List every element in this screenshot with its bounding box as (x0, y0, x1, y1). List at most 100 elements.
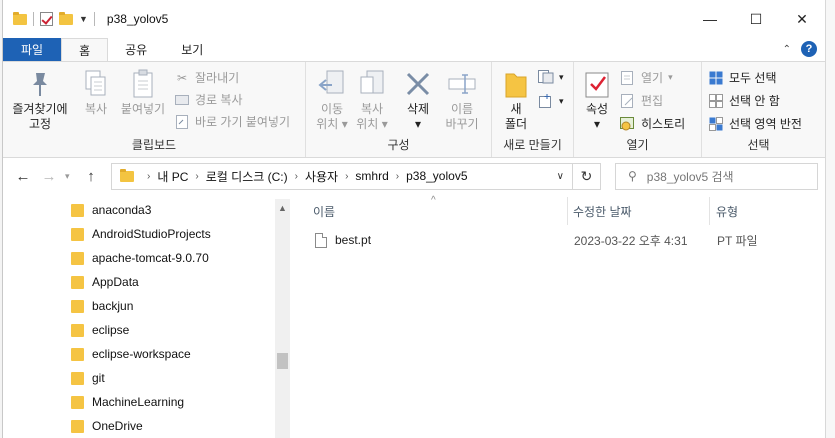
select-all-button[interactable]: 모두 선택 (708, 69, 777, 86)
folder-icon (71, 323, 84, 337)
tree-item-onedrive[interactable]: OneDrive (71, 415, 143, 437)
copy-icon (81, 68, 111, 100)
paste-shortcut-label: 바로 가기 붙여넣기 (195, 115, 290, 129)
tree-item-anaconda3[interactable]: anaconda3 (71, 199, 151, 221)
tree-item-apache-tomcat[interactable]: apache-tomcat-9.0.70 (71, 247, 209, 269)
column-header-name[interactable]: 이름 (313, 199, 335, 223)
column-header-type[interactable]: 유형 (716, 199, 738, 223)
pin-label-line1: 즐겨찾기에 (12, 102, 68, 116)
address-history-dropdown-icon[interactable]: ∨ (557, 171, 564, 182)
file-type: PT 파일 (717, 233, 758, 248)
folder-icon (71, 251, 84, 265)
breadcrumb-chevron-icon[interactable]: › (195, 171, 198, 182)
folder-icon (71, 299, 84, 313)
close-button[interactable]: ✕ (779, 0, 825, 38)
up-arrow-icon[interactable]: ↑ (81, 168, 101, 185)
open-button[interactable]: 열기 ▾ (620, 69, 673, 86)
properties-button[interactable]: 속성 ▾ (580, 68, 614, 132)
tree-item-git[interactable]: git (71, 367, 105, 389)
tab-view[interactable]: 보기 (164, 38, 220, 61)
invert-selection-button[interactable]: 선택 영역 반전 (708, 115, 802, 132)
file-row[interactable]: best.pt 2023-03-22 오후 4:31 PT 파일 (305, 229, 815, 251)
help-icon[interactable]: ? (801, 41, 817, 57)
column-divider[interactable] (567, 197, 568, 225)
refresh-icon[interactable]: ↻ (573, 162, 601, 190)
new-folder-label-line1: 새 (510, 102, 522, 116)
tab-home[interactable]: 홈 (61, 38, 109, 61)
file-list: ^ 이름 수정한 날짜 유형 best.pt 2023-03-22 오후 4:3… (305, 193, 825, 438)
address-bar[interactable]: › 내 PC › 로컬 디스크 (C:) › 사용자 › smhrd › p38… (111, 162, 573, 190)
easy-access-button[interactable]: ▾ (538, 94, 564, 108)
properties-label: 속성 (585, 102, 609, 116)
paste-shortcut-button[interactable]: 바로 가기 붙여넣기 (174, 113, 290, 130)
search-box[interactable]: ⚲ p38_yolov5 검색 (615, 162, 818, 190)
minimize-button[interactable]: — (687, 0, 733, 38)
clipboard-group-label: 클립보드 (131, 138, 177, 152)
window-controls: — ☐ ✕ (687, 0, 825, 38)
collapse-ribbon-icon[interactable]: ⌃ (783, 44, 791, 55)
folder-icon (71, 419, 84, 433)
tree-item-appdata[interactable]: AppData (71, 271, 139, 293)
column-header-modified[interactable]: 수정한 날짜 (573, 199, 632, 223)
breadcrumb-smhrd[interactable]: smhrd (355, 169, 388, 183)
divider (33, 12, 34, 26)
breadcrumb-chevron-icon[interactable]: › (396, 171, 399, 182)
background-window-strip-right (825, 0, 835, 438)
tree-item-backjun[interactable]: backjun (71, 295, 133, 317)
navigation-scrollbar[interactable]: ▲ (275, 199, 290, 438)
copy-button[interactable]: 복사 (79, 68, 113, 117)
new-item-icon (538, 70, 554, 84)
move-to-icon (317, 68, 347, 100)
tree-item-label: apache-tomcat-9.0.70 (92, 251, 209, 265)
tree-item-machinelearning[interactable]: MachineLearning (71, 391, 184, 413)
tree-item-eclipse-workspace[interactable]: eclipse-workspace (71, 343, 191, 365)
breadcrumb-chevron-icon[interactable]: › (345, 171, 348, 182)
title-bar: ▼ p38_yolov5 — ☐ ✕ (3, 0, 825, 38)
history-button[interactable]: 히스토리 (620, 115, 685, 132)
open-group: 속성 ▾ 열기 ▾ 편집 히스토리 열기 (574, 62, 702, 157)
tree-item-eclipse[interactable]: eclipse (71, 319, 129, 341)
tab-share[interactable]: 공유 (108, 38, 164, 61)
column-divider[interactable] (709, 197, 710, 225)
file-explorer-window: ▼ p38_yolov5 — ☐ ✕ 파일 홈 공유 보기 ⌃ ? 즐겨찾기에 (2, 0, 825, 438)
rename-icon (447, 68, 477, 100)
forward-arrow-icon[interactable]: → (39, 168, 59, 185)
back-arrow-icon[interactable]: ← (13, 168, 33, 185)
tree-item-label: AndroidStudioProjects (92, 227, 211, 241)
folder-icon (71, 395, 84, 409)
copy-path-button[interactable]: 경로 복사 (174, 91, 243, 108)
new-item-button[interactable]: ▾ (538, 70, 564, 84)
customize-quick-access-icon[interactable]: ▼ (79, 14, 88, 24)
rename-button[interactable]: 이름 바꾸기 (442, 68, 482, 132)
scrollbar-thumb[interactable] (277, 353, 288, 369)
breadcrumb-local-disk[interactable]: 로컬 디스크 (C:) (206, 168, 288, 185)
copy-to-button[interactable]: 복사 위치 ▾ (354, 68, 390, 132)
breadcrumb-this-pc[interactable]: 내 PC (157, 168, 188, 185)
delete-button[interactable]: 삭제 ▾ (398, 68, 438, 132)
new-folder-button[interactable]: 새 폴더 (502, 68, 530, 132)
properties-quick-icon[interactable] (40, 12, 53, 26)
move-to-button[interactable]: 이동 위치 ▾ (314, 68, 350, 132)
tree-item-androidstudioprojects[interactable]: AndroidStudioProjects (71, 223, 211, 245)
recent-locations-icon[interactable]: ▾ (65, 171, 75, 182)
paste-button[interactable]: 붙여넣기 (117, 68, 169, 117)
breadcrumb-chevron-icon[interactable]: › (147, 171, 150, 182)
pin-to-quick-access-button[interactable]: 즐겨찾기에 고정 (9, 68, 71, 132)
breadcrumb-chevron-icon[interactable]: › (295, 171, 298, 182)
select-none-button[interactable]: 선택 안 함 (708, 92, 780, 109)
history-label: 히스토리 (641, 117, 686, 131)
open-icon (620, 70, 636, 85)
select-group-label: 선택 (747, 138, 770, 152)
edit-button[interactable]: 편집 (620, 92, 663, 109)
tab-file[interactable]: 파일 (3, 38, 62, 61)
pin-label-line2: 고정 (28, 117, 52, 131)
folder-icon (71, 203, 84, 217)
ribbon: 즐겨찾기에 고정 복사 붙여넣기 ✂ 잘라내기 경로 복사 바로 가기 붙여넣기… (3, 61, 825, 158)
breadcrumb-users[interactable]: 사용자 (305, 168, 338, 185)
cut-button[interactable]: ✂ 잘라내기 (174, 69, 239, 86)
new-folder-quick-icon[interactable] (59, 11, 73, 25)
breadcrumb-p38-yolov5[interactable]: p38_yolov5 (406, 169, 467, 183)
scroll-up-arrow-icon[interactable]: ▲ (278, 203, 287, 213)
history-icon (620, 116, 636, 131)
maximize-button[interactable]: ☐ (733, 0, 779, 38)
